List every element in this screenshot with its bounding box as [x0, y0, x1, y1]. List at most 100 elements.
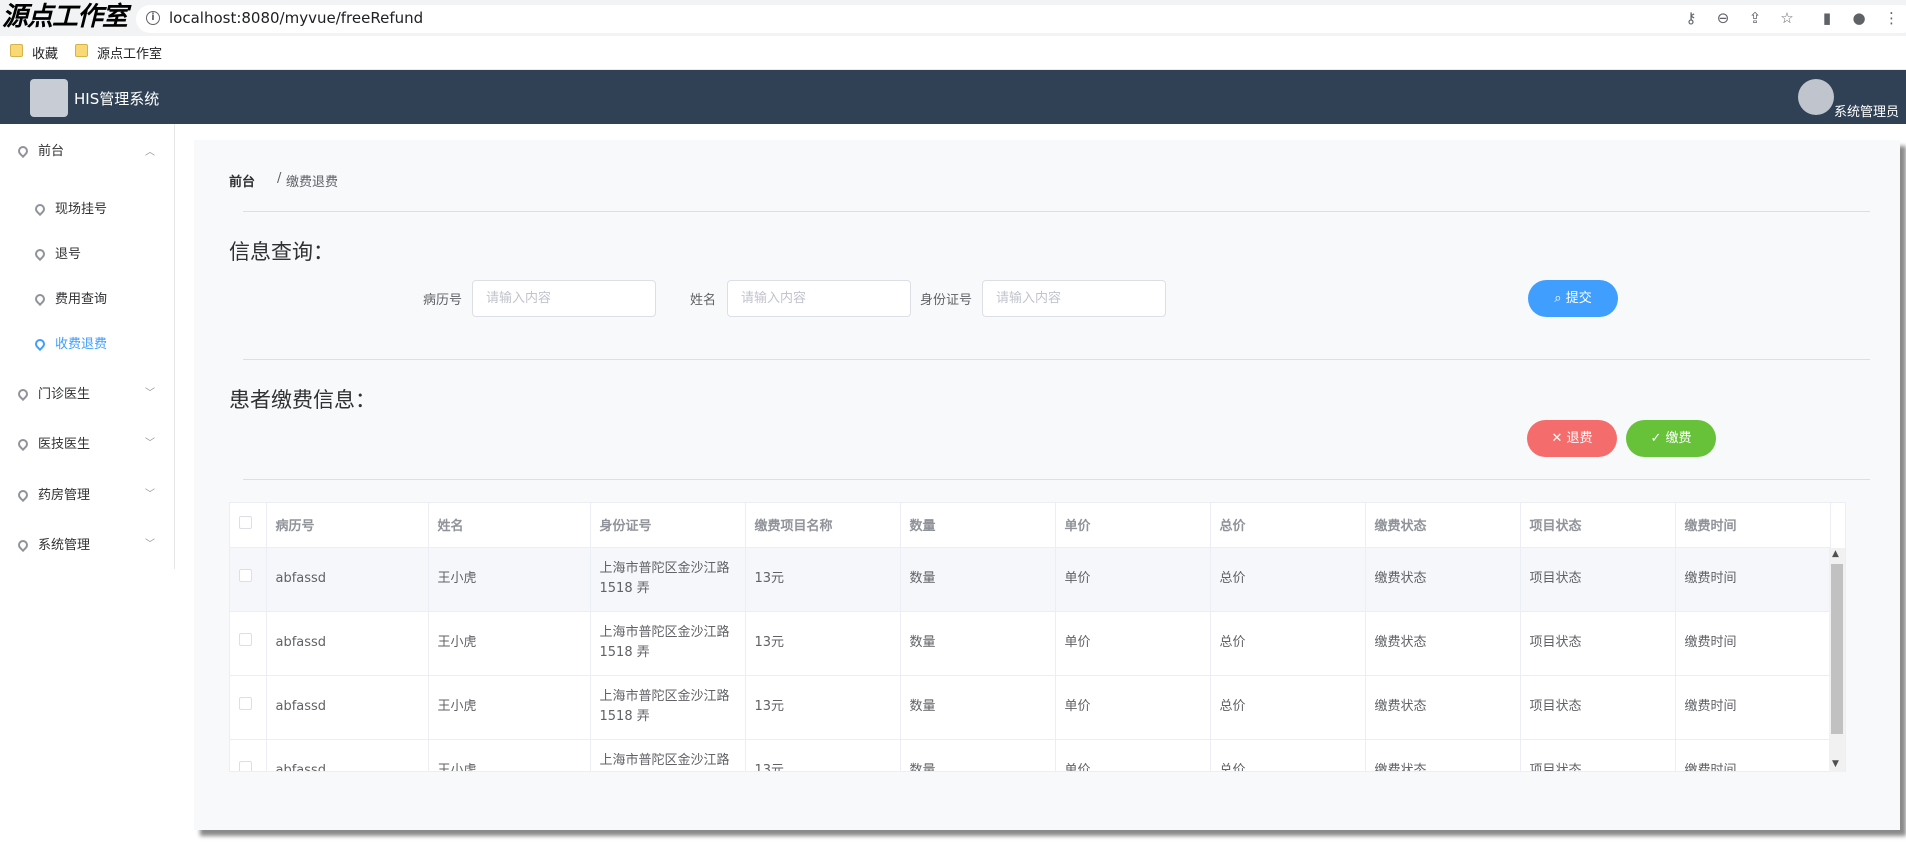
- table-cell: 缴费时间: [1675, 611, 1831, 676]
- star-icon[interactable]: ☆: [1778, 9, 1796, 27]
- share-icon[interactable]: ⇪: [1746, 9, 1764, 27]
- table-cell: 王小虎: [428, 675, 591, 740]
- row-select-cell[interactable]: [230, 675, 267, 740]
- scroll-down-icon[interactable]: ▼: [1832, 759, 1839, 769]
- table-cell: 王小虎: [428, 739, 591, 771]
- table-cell: 单价: [1055, 611, 1211, 676]
- scroll-up-icon[interactable]: ▲: [1832, 549, 1839, 559]
- table-cell: 王小虎: [428, 611, 591, 676]
- bookmark-item[interactable]: 源点工作室: [97, 43, 162, 62]
- location-icon: [32, 246, 48, 262]
- table-cell: 单价: [1055, 547, 1211, 612]
- column-header: 缴费项目名称: [745, 503, 901, 548]
- sidebar-item-charge-refund[interactable]: 收费退费: [32, 333, 107, 353]
- table-cell: 13元: [745, 739, 901, 771]
- menu-dots-icon[interactable]: ⋮: [1884, 9, 1899, 27]
- table-cell: 上海市普陀区金沙江路 1518 弄: [590, 611, 746, 676]
- zoom-icon[interactable]: ⊖: [1714, 9, 1732, 27]
- table-cell: 项目状态: [1520, 547, 1676, 612]
- location-icon: [15, 386, 31, 402]
- divider: [243, 359, 1870, 360]
- row-select-cell[interactable]: [230, 547, 267, 612]
- table-row[interactable]: abfassd 王小虎 上海市普陀区金沙江路 1518 弄 13元 数量 单价 …: [230, 675, 1831, 740]
- payment-table: 病历号 姓名 身份证号 缴费项目名称 数量 单价 总价 缴费状态 项目状态 缴费…: [229, 502, 1846, 772]
- location-icon: [32, 336, 48, 352]
- table-row[interactable]: abfassd 王小虎 上海市普陀区金沙江路 1518 弄 13元 数量 单价 …: [230, 739, 1831, 771]
- table-cell: 数量: [900, 739, 1056, 771]
- chevron-down-icon: ﹀: [145, 438, 155, 449]
- app-logo: [30, 79, 68, 117]
- column-header: 病历号: [266, 503, 429, 548]
- divider: [243, 479, 1870, 480]
- table-cell: 项目状态: [1520, 675, 1676, 740]
- location-icon: [15, 537, 31, 553]
- divider: [243, 211, 1870, 212]
- pay-button[interactable]: ✓ 缴费: [1626, 420, 1716, 457]
- table-cell: 总价: [1210, 547, 1366, 612]
- key-icon[interactable]: ⚷: [1682, 9, 1700, 27]
- table-cell: 上海市普陀区金沙江路 1518 弄: [590, 547, 746, 612]
- table-row[interactable]: abfassd 王小虎 上海市普陀区金沙江路 1518 弄 13元 数量 单价 …: [230, 611, 1831, 676]
- sidebar-group-pharmacy[interactable]: 药房管理: [15, 484, 90, 504]
- table-cell: 缴费时间: [1675, 675, 1831, 740]
- select-all-checkbox[interactable]: [239, 516, 252, 530]
- sidebar-item-register[interactable]: 现场挂号: [32, 198, 107, 218]
- app-header: [0, 70, 1906, 124]
- sidebar-item-fee-query[interactable]: 费用查询: [32, 288, 107, 308]
- submit-button[interactable]: ⌕ 提交: [1528, 280, 1618, 317]
- location-icon: [32, 291, 48, 307]
- name-label: 姓名: [690, 293, 717, 308]
- column-header: 总价: [1210, 503, 1366, 548]
- record-no-label: 病历号: [423, 293, 463, 308]
- profile-icon[interactable]: ●: [1850, 9, 1868, 27]
- column-header: 数量: [900, 503, 1056, 548]
- column-header: 缴费状态: [1365, 503, 1521, 548]
- url-text[interactable]: localhost:8080/myvue/freeRefund: [169, 9, 423, 27]
- row-select-cell[interactable]: [230, 611, 267, 676]
- table-cell: 单价: [1055, 739, 1211, 771]
- breadcrumb-home[interactable]: 前台: [229, 171, 255, 190]
- select-all-cell[interactable]: [230, 503, 267, 548]
- sidepanel-icon[interactable]: ▮: [1818, 9, 1836, 27]
- table-cell: 王小虎: [428, 547, 591, 612]
- id-card-input[interactable]: [982, 280, 1166, 317]
- user-name[interactable]: 系统管理员: [1834, 101, 1899, 120]
- sidebar-group-frontdesk[interactable]: 前台: [15, 140, 64, 160]
- table-row[interactable]: abfassd 王小虎 上海市普陀区金沙江路 1518 弄 13元 数量 单价 …: [230, 547, 1831, 612]
- sidebar-group-outpatient[interactable]: 门诊医生: [15, 383, 90, 403]
- table-cell: 13元: [745, 611, 901, 676]
- watermark-text: 源点工作室: [2, 2, 128, 32]
- record-no-input[interactable]: [472, 280, 656, 317]
- table-cell: 缴费状态: [1365, 675, 1521, 740]
- row-checkbox[interactable]: [239, 633, 252, 646]
- chevron-down-icon: ﹀: [145, 489, 155, 500]
- row-checkbox[interactable]: [239, 697, 252, 710]
- table-cell: abfassd: [266, 675, 429, 740]
- row-checkbox[interactable]: [239, 761, 252, 771]
- column-header: 姓名: [428, 503, 591, 548]
- row-select-cell[interactable]: [230, 739, 267, 771]
- column-header: 缴费时间: [1675, 503, 1831, 548]
- table-cell: 13元: [745, 547, 901, 612]
- sidebar-item-cancel[interactable]: 退号: [32, 243, 81, 263]
- table-cell: 数量: [900, 547, 1056, 612]
- bookmark-item[interactable]: 收藏: [32, 43, 58, 62]
- name-input[interactable]: [727, 280, 911, 317]
- table-cell: abfassd: [266, 739, 429, 771]
- avatar[interactable]: [1798, 79, 1834, 115]
- close-icon: ✕: [1551, 431, 1567, 446]
- table-cell: 缴费状态: [1365, 739, 1521, 771]
- folder-icon: [75, 44, 88, 57]
- table-cell: 总价: [1210, 739, 1366, 771]
- table-cell: abfassd: [266, 611, 429, 676]
- sidebar-group-medtech[interactable]: 医技医生: [15, 433, 90, 453]
- sidebar-group-system[interactable]: 系统管理: [15, 534, 90, 554]
- refund-button[interactable]: ✕ 退费: [1527, 420, 1617, 457]
- bookmarks-bar: [0, 36, 1906, 70]
- table-cell: 缴费时间: [1675, 547, 1831, 612]
- row-checkbox[interactable]: [239, 569, 252, 582]
- scrollbar-thumb[interactable]: [1831, 564, 1843, 734]
- column-header: 项目状态: [1520, 503, 1676, 548]
- location-icon: [15, 487, 31, 503]
- info-icon[interactable]: i: [146, 11, 160, 25]
